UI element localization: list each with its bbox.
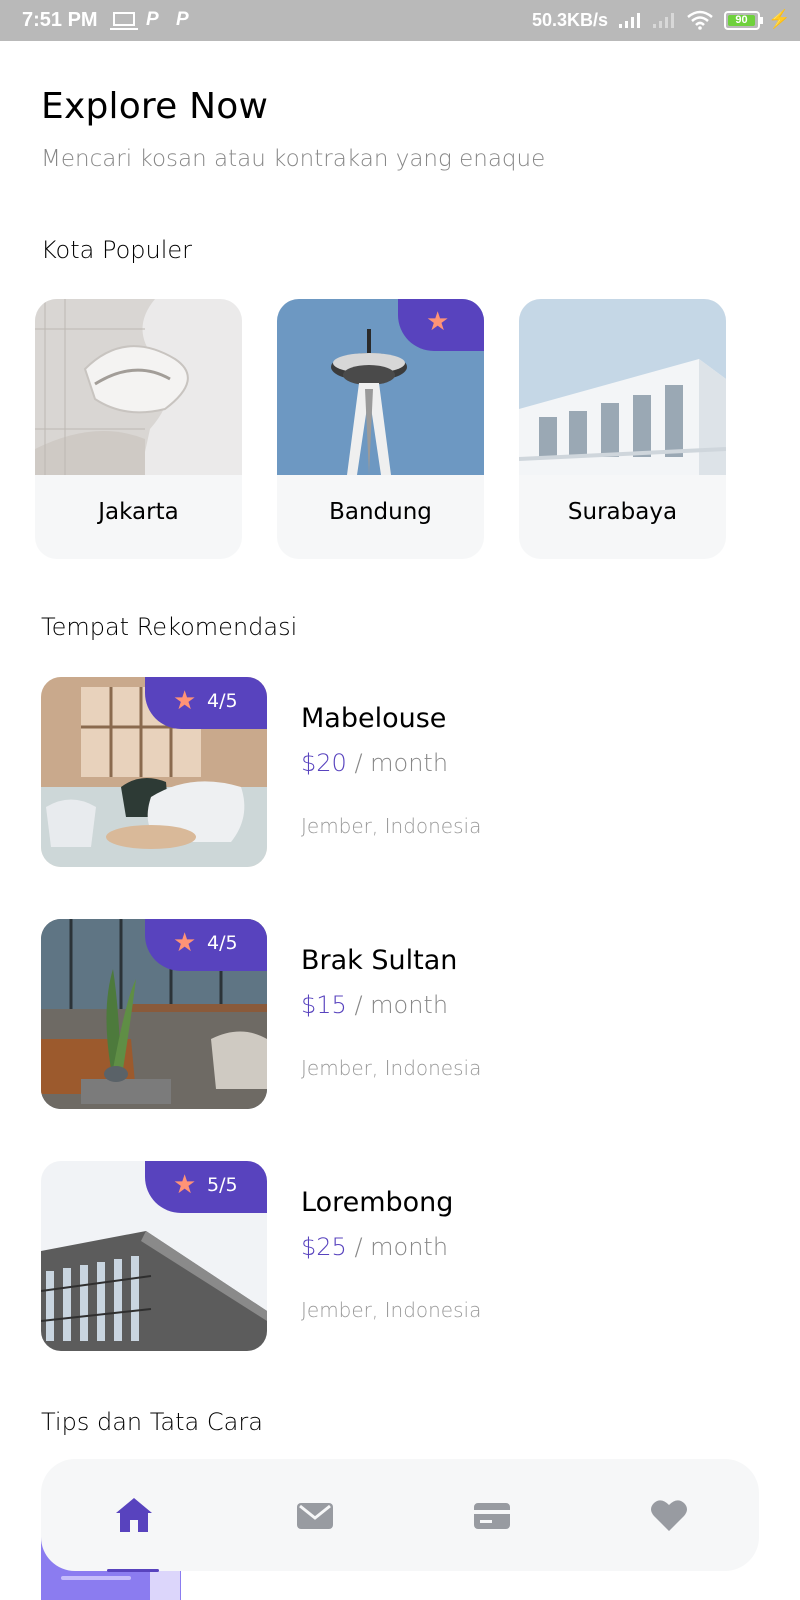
- nav-active-indicator: [107, 1569, 159, 1572]
- price-period: / month: [346, 991, 449, 1019]
- section-title-tips: Tips dan Tata Cara: [41, 1408, 263, 1436]
- bottom-nav: [41, 1459, 759, 1572]
- laptop-icon: [110, 12, 138, 30]
- section-title-popular-cities: Kota Populer: [41, 236, 193, 264]
- city-name: Jakarta: [98, 499, 179, 525]
- place-image: ★ 4/5: [41, 919, 267, 1109]
- place-price: $20 / month: [301, 749, 448, 777]
- home-icon: [116, 1498, 152, 1532]
- rating-value: 4/5: [207, 690, 238, 712]
- tip-card-bar: [61, 1576, 131, 1580]
- city-image-surabaya: [519, 299, 726, 475]
- city-name: Bandung: [329, 499, 432, 525]
- card-icon: [474, 1503, 510, 1529]
- place-price: $15 / month: [301, 991, 448, 1019]
- rating-badge: ★ 4/5: [145, 919, 267, 971]
- page-subtitle: Mencari kosan atau kontrakan yang enaque: [41, 146, 546, 172]
- mail-icon: [297, 1503, 333, 1529]
- place-item-mabelouse[interactable]: ★ 4/5 Mabelouse $20 / month Jember, Indo…: [41, 677, 761, 869]
- place-name: Mabelouse: [301, 703, 447, 734]
- place-location: Jember, Indonesia: [301, 814, 482, 838]
- nav-payments[interactable]: [446, 1459, 536, 1571]
- price-amount: $20: [301, 749, 347, 777]
- page-title: Explore Now: [41, 86, 269, 127]
- rating-badge: ★ 4/5: [145, 677, 267, 729]
- notification-p-icon: P: [146, 9, 159, 30]
- section-title-recommended: Tempat Rekomendasi: [41, 613, 298, 641]
- place-price: $25 / month: [301, 1233, 448, 1261]
- network-speed: 50.3KB/s: [532, 10, 609, 30]
- city-card-jakarta[interactable]: Jakarta: [35, 299, 242, 559]
- status-time: 7:51 PM: [22, 9, 98, 31]
- city-image-jakarta: [35, 299, 242, 475]
- price-period: / month: [346, 749, 449, 777]
- place-item-brak-sultan[interactable]: ★ 4/5 Brak Sultan $15 / month Jember, In…: [41, 919, 761, 1111]
- heart-icon: [651, 1500, 687, 1531]
- city-card-surabaya[interactable]: Surabaya: [519, 299, 726, 559]
- star-icon: ★: [173, 928, 197, 958]
- status-bar: 7:51 PM P P 50.3KB/s 90 ⚡: [0, 0, 800, 41]
- popular-badge: ★: [398, 299, 484, 351]
- place-name: Brak Sultan: [301, 945, 458, 976]
- star-icon: ★: [426, 307, 450, 337]
- wifi-icon: [687, 10, 713, 30]
- price-amount: $25: [301, 1233, 347, 1261]
- rating-value: 4/5: [207, 932, 238, 954]
- star-icon: ★: [173, 1170, 197, 1200]
- star-icon: ★: [173, 686, 197, 716]
- nav-favorites[interactable]: [623, 1459, 713, 1571]
- nav-messages[interactable]: [269, 1459, 359, 1571]
- price-amount: $15: [301, 991, 347, 1019]
- battery-icon: 90: [724, 11, 763, 30]
- rating-badge: ★ 5/5: [145, 1161, 267, 1213]
- place-image: ★ 5/5: [41, 1161, 267, 1351]
- city-name: Surabaya: [567, 499, 678, 525]
- charging-icon: ⚡: [768, 9, 791, 29]
- rating-value: 5/5: [207, 1174, 238, 1196]
- place-image: ★ 4/5: [41, 677, 267, 867]
- place-item-lorembong[interactable]: ★ 5/5 Lorembong $25 / month Jember, Indo…: [41, 1161, 761, 1353]
- city-card-bandung[interactable]: ★ Bandung: [277, 299, 484, 559]
- notification-p-icon: P: [176, 9, 189, 30]
- battery-level: 90: [728, 15, 755, 26]
- nav-home[interactable]: [88, 1459, 178, 1571]
- place-location: Jember, Indonesia: [301, 1056, 482, 1080]
- place-name: Lorembong: [301, 1187, 454, 1218]
- signal-secondary-icon: [653, 13, 674, 28]
- signal-icon: [619, 13, 640, 28]
- place-location: Jember, Indonesia: [301, 1298, 482, 1322]
- price-period: / month: [346, 1233, 449, 1261]
